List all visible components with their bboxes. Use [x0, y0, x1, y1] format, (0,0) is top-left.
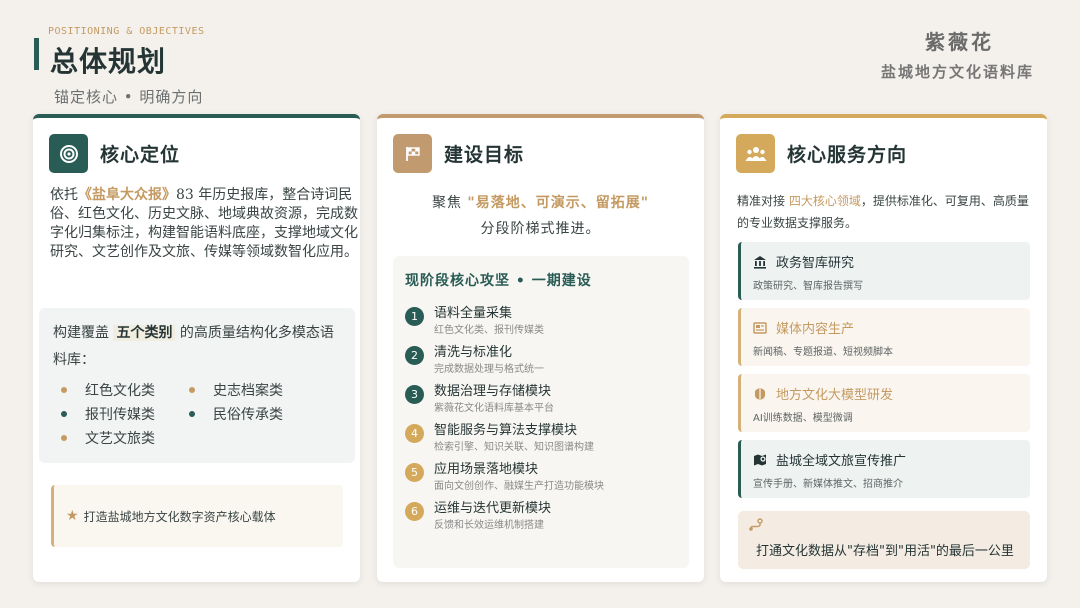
page-title: 总体规划	[50, 45, 167, 78]
service-subtitle: 宣传手册、新媒体推文、招商推介	[753, 479, 903, 490]
intro-paragraph: 依托《盐阜大众报》83 年历史报库，整合诗词民俗、红色文化、历史文脉、地域典故资…	[50, 186, 360, 262]
step-item: 4 智能服务与算法支撑模块检索引擎、知识关联、知识图谱构建	[405, 423, 677, 455]
lead-prefix: 聚焦	[431, 195, 462, 211]
category-item: 报刊传媒类	[61, 404, 189, 424]
service-item-llm: 地方文化大模型研发 AI训练数据、模型微调	[738, 374, 1030, 432]
step-number: 3	[405, 385, 424, 404]
card-title: 核心定位	[100, 144, 181, 166]
users-icon	[736, 134, 775, 173]
step-title: 运维与迭代更新模块	[434, 501, 552, 516]
card-construction-goals: 建设目标 聚焦 "易落地、可演示、留拓展" 分段阶梯式推进。 现阶段核心攻坚 •…	[377, 114, 704, 582]
step-subtitle: 反馈和长效运维机制搭建	[434, 520, 544, 531]
service-title: 媒体内容生产	[776, 322, 855, 337]
service-subtitle: 新闻稿、专题报道、短视频脚本	[753, 347, 893, 358]
five-categories-tag: 五个类别	[113, 325, 176, 341]
map-pin-icon	[753, 453, 769, 467]
target-icon	[49, 134, 88, 173]
newspaper-icon	[753, 321, 769, 335]
bank-icon	[753, 255, 769, 269]
step-number: 2	[405, 346, 424, 365]
service-title: 地方文化大模型研发	[776, 388, 894, 403]
intro-prefix: 精准对接	[737, 194, 786, 208]
bullet-dot	[61, 435, 67, 441]
bullet-dot	[189, 411, 195, 417]
card-title: 建设目标	[444, 144, 525, 166]
category-label: 民俗传承类	[213, 407, 283, 423]
lead-highlight: "易落地、可演示、留拓展"	[467, 195, 650, 211]
step-title: 语料全量采集	[434, 306, 513, 321]
service-intro: 精准对接 四大核心领域，提供标准化、可复用、高质量的专业数据支撑服务。	[737, 190, 1037, 234]
service-item-media: 媒体内容生产 新闻稿、专题报道、短视频脚本	[738, 308, 1030, 366]
brand-name: 紫薇花	[925, 30, 994, 54]
category-item: 史志档案类	[189, 380, 329, 400]
phase-one-box: 现阶段核心攻坚 • 一期建设 1 语料全量采集红色文化类、报刊传媒类 2 清洗与标准…	[393, 256, 689, 568]
title-accent-bar	[34, 38, 39, 70]
flag-icon	[393, 134, 432, 173]
card-header: 建设目标	[393, 134, 524, 173]
category-box: 构建覆盖 五个类别 的高质量结构化多模态语料库： 红色文化类 史志档案类 报刊传…	[39, 308, 355, 463]
step-subtitle: 红色文化类、报刊传媒类	[434, 325, 544, 336]
category-label: 报刊传媒类	[85, 407, 155, 423]
step-subtitle: 面向文创创作、融媒生产打造功能模块	[434, 481, 604, 492]
step-title: 智能服务与算法支撑模块	[434, 423, 578, 438]
footer-text: 打通文化数据从"存档"到"用活"的最后一公里	[756, 544, 1014, 559]
step-title: 清洗与标准化	[434, 345, 513, 360]
goals-lead: 聚焦 "易落地、可演示、留拓展" 分段阶梯式推进。	[377, 190, 704, 242]
step-number: 6	[405, 502, 424, 521]
step-title: 数据治理与存储模块	[434, 384, 552, 399]
category-item: 红色文化类	[61, 380, 189, 400]
bullet-dot	[61, 411, 67, 417]
category-box-text: 构建覆盖 五个类别 的高质量结构化多模态语料库：	[53, 320, 341, 374]
step-item: 5 应用场景落地模块面向文创创作、融媒生产打造功能模块	[405, 462, 677, 494]
step-subtitle: 完成数据处理与格式统一	[434, 364, 544, 375]
step-subtitle: 紫薇花文化语料库基本平台	[434, 403, 554, 414]
section-eyebrow: POSITIONING & OBJECTIVES	[48, 26, 205, 37]
card-title: 核心服务方向	[787, 144, 908, 166]
step-title: 应用场景落地模块	[434, 462, 539, 477]
route-icon	[748, 517, 1020, 536]
card-header: 核心服务方向	[736, 134, 907, 173]
service-subtitle: 政策研究、智库报告撰写	[753, 281, 863, 292]
card-header: 核心定位	[49, 134, 180, 173]
brand-tagline: 盐城地方文化语料库	[880, 63, 1034, 81]
star-icon: ★	[66, 508, 79, 524]
category-list: 红色文化类 史志档案类 报刊传媒类 民俗传承类 文艺文旅类	[53, 380, 341, 448]
category-label: 史志档案类	[213, 383, 283, 399]
step-number: 1	[405, 307, 424, 326]
lead-line2: 分段阶梯式推进。	[480, 221, 601, 237]
brain-icon	[753, 387, 769, 401]
brand-logo: 紫薇花 盐城地方文化语料库	[881, 26, 1034, 82]
card-core-positioning: 核心定位 依托《盐阜大众报》83 年历史报库，整合诗词民俗、红色文化、历史文脉、…	[33, 114, 360, 582]
page-subtitle: 锚定核心 • 明确方向	[54, 88, 204, 106]
four-domains-highlight: 四大核心领域	[788, 194, 861, 208]
phase-title: 现阶段核心攻坚 • 一期建设	[405, 273, 592, 289]
category-item: 民俗传承类	[189, 404, 329, 424]
newspaper-highlight: 《盐阜大众报》	[78, 187, 176, 203]
bullet-dot	[189, 387, 195, 393]
step-item: 3 数据治理与存储模块紫薇花文化语料库基本平台	[405, 384, 677, 416]
service-item-government: 政务智库研究 政策研究、智库报告撰写	[738, 242, 1030, 300]
category-item: 文艺文旅类	[61, 428, 189, 448]
step-subtitle: 检索引擎、知识关联、知识图谱构建	[434, 442, 594, 453]
service-subtitle: AI训练数据、模型微调	[753, 413, 853, 424]
service-footer-note: 打通文化数据从"存档"到"用活"的最后一公里	[738, 511, 1030, 569]
step-number: 4	[405, 424, 424, 443]
step-item: 1 语料全量采集红色文化类、报刊传媒类	[405, 306, 677, 338]
intro-prefix: 依托	[50, 187, 78, 203]
step-item: 2 清洗与标准化完成数据处理与格式统一	[405, 345, 677, 377]
lead-line1: 聚焦 "易落地、可演示、留拓展"	[377, 190, 704, 216]
core-carrier-note: ★ 打造盐城地方文化数字资产核心载体	[51, 485, 343, 547]
service-title: 政务智库研究	[776, 256, 855, 271]
bullet-dot	[61, 387, 67, 393]
note-text: 打造盐城地方文化数字资产核心载体	[83, 509, 276, 524]
category-label: 红色文化类	[85, 383, 155, 399]
step-number: 5	[405, 463, 424, 482]
service-title: 盐城全域文旅宣传推广	[776, 454, 907, 469]
box-prefix: 构建覆盖	[53, 325, 109, 341]
card-service-direction: 核心服务方向 精准对接 四大核心领域，提供标准化、可复用、高质量的专业数据支撑服…	[720, 114, 1047, 582]
step-item: 6 运维与迭代更新模块反馈和长效运维机制搭建	[405, 501, 677, 533]
service-item-tourism: 盐城全域文旅宣传推广 宣传手册、新媒体推文、招商推介	[738, 440, 1030, 498]
category-label: 文艺文旅类	[85, 431, 155, 447]
